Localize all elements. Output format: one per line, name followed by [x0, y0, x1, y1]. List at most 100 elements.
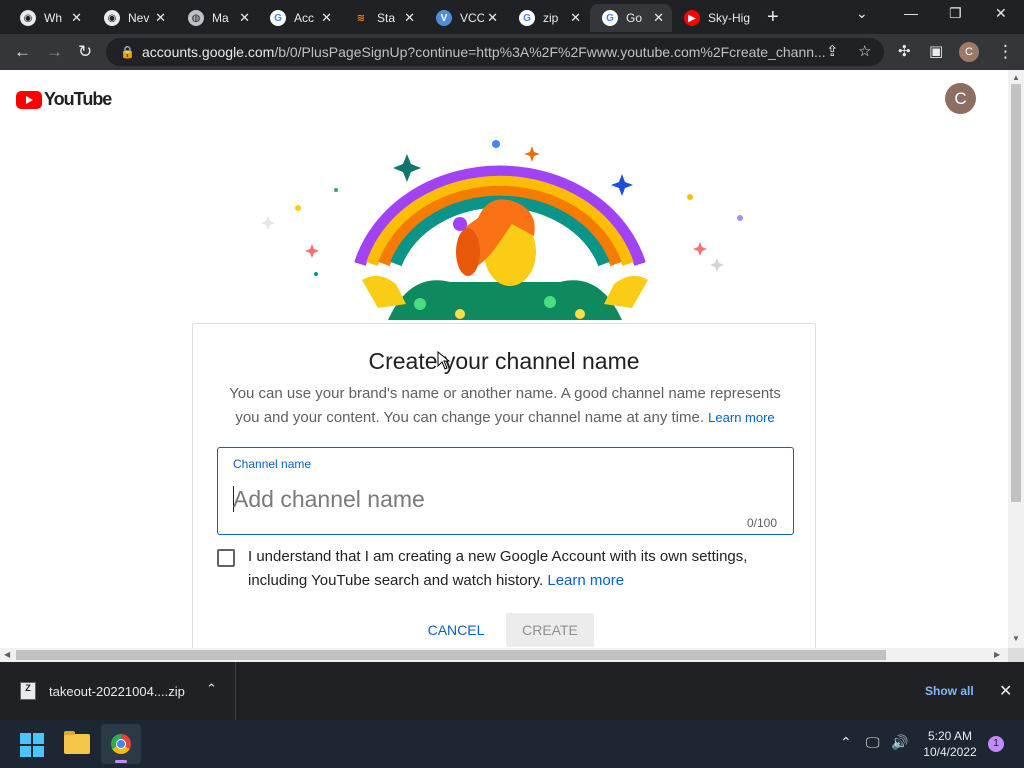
scroll-right-icon[interactable]: ▶ [994, 650, 1000, 659]
show-all-button[interactable]: Show all [925, 684, 974, 698]
minimize-button[interactable]: — [904, 5, 918, 21]
chrome-icon: ◉ [20, 10, 36, 26]
windows-taskbar: ⌃ 🖵 🔊 5:20 AM 10/4/2022 1 [0, 720, 1024, 768]
menu-icon[interactable]: ⋮ [997, 42, 1014, 62]
clock-date: 10/4/2022 [923, 745, 977, 759]
windows-start-icon[interactable] [20, 733, 44, 757]
restore-button[interactable]: ❐ [949, 5, 962, 22]
channel-name-input[interactable] [233, 483, 773, 515]
globe-icon: ◍ [188, 10, 204, 26]
channel-name-label: Channel name [233, 457, 312, 471]
browser-tabstrip: ◉ Wh ✕ ◉ Nev ✕ ◍ Ma ✕ G Acc ✕ ≋ Sta ✕ V VCC ✕ Gzip ✕ G Go ✕ ▶ Sk… [0, 0, 1024, 34]
tab-6[interactable]: V VCC ✕ [424, 4, 506, 32]
description-learn-more-link[interactable]: Learn more [708, 410, 774, 425]
close-tab-icon[interactable]: ✕ [239, 10, 250, 26]
google-icon: G [270, 10, 286, 26]
notification-badge[interactable]: 1 [988, 736, 1004, 752]
tab-title: Ma [212, 11, 229, 25]
checkbox-label-text: I understand that I am creating a new Go… [248, 548, 748, 589]
tray-overflow-chevron-icon[interactable]: ⌃ [840, 734, 852, 751]
active-indicator [115, 760, 127, 763]
tab-title: Nev [128, 11, 150, 25]
close-downloads-icon[interactable]: ✕ [999, 681, 1012, 701]
download-item[interactable]: Z takeout-20221004....zip ⌃ [0, 662, 236, 720]
checkbox-label: I understand that I am creating a new Go… [248, 545, 788, 593]
tab-title: Sky-Hig [708, 11, 751, 25]
close-tab-icon[interactable]: ✕ [404, 10, 415, 26]
tab-7[interactable]: Gzip ✕ [507, 4, 589, 32]
share-icon[interactable]: ⇪ [826, 42, 839, 60]
tab-4[interactable]: G Acc ✕ [258, 4, 340, 32]
youtube-play-icon [16, 90, 42, 109]
checkbox-learn-more-link[interactable]: Learn more [547, 572, 624, 589]
youtube-wordmark: YouTube [44, 89, 112, 109]
chevron-up-icon[interactable]: ⌃ [206, 681, 217, 697]
tab-title: Wh [44, 11, 62, 25]
side-panel-icon[interactable]: ▣ [929, 42, 943, 60]
file-explorer-icon[interactable] [64, 731, 90, 754]
youtube-logo[interactable]: YouTube [16, 89, 112, 110]
forward-icon[interactable]: → [46, 42, 63, 62]
vertical-scrollbar[interactable]: ▲ ▼ [1008, 70, 1024, 648]
account-avatar[interactable]: C [945, 83, 976, 114]
extensions-icon[interactable]: ✣ [898, 42, 911, 60]
bookmark-star-icon[interactable]: ☆ [858, 42, 871, 60]
character-counter: 0/100 [746, 516, 777, 530]
create-channel-card: Create your channel name You can use you… [192, 323, 816, 648]
close-window-button[interactable]: ✕ [995, 5, 1007, 22]
google-icon: G [519, 10, 535, 26]
tab-2[interactable]: ◉ Nev ✕ [92, 4, 174, 32]
volume-icon[interactable]: 🔊 [891, 734, 908, 751]
close-tab-icon[interactable]: ✕ [71, 10, 82, 26]
system-clock[interactable]: 5:20 AM 10/4/2022 [915, 728, 985, 760]
horizontal-scroll-thumb[interactable] [16, 650, 886, 660]
tab-1[interactable]: ◉ Wh ✕ [8, 4, 90, 32]
network-icon[interactable]: 🖵 [866, 734, 880, 751]
description-text: You can use your brand's name or another… [217, 382, 793, 430]
browser-profile-avatar[interactable]: C [959, 42, 979, 62]
scroll-down-icon[interactable]: ▼ [1012, 634, 1020, 643]
horizontal-scrollbar[interactable]: ◀ ▶ [0, 648, 1008, 662]
scrollbar-corner [1008, 648, 1024, 662]
page-viewport: YouTube C Create your channel name You c… [0, 70, 1008, 648]
vertical-scroll-thumb[interactable] [1011, 84, 1021, 502]
close-tab-icon[interactable]: ✕ [487, 10, 498, 26]
close-tab-icon[interactable]: ✕ [155, 10, 166, 26]
description-body: You can use your brand's name or another… [229, 385, 781, 426]
tab-title: Acc [294, 11, 315, 25]
understand-checkbox[interactable] [217, 549, 235, 567]
scroll-up-icon[interactable]: ▲ [1012, 73, 1020, 82]
back-icon[interactable]: ← [14, 42, 31, 62]
downloads-bar: Z takeout-20221004....zip ⌃ Show all ✕ [0, 662, 1024, 720]
mouse-cursor-icon [437, 351, 451, 370]
tab-title: zip [543, 11, 559, 25]
channel-name-field[interactable]: Channel name 0/100 [217, 447, 794, 535]
page-title: Create your channel name [368, 348, 640, 374]
chrome-taskbar-button[interactable] [101, 724, 141, 764]
rainbow-illustration [261, 140, 743, 320]
close-tab-icon[interactable]: ✕ [653, 10, 664, 26]
tab-title: VCC [460, 11, 484, 25]
close-tab-icon[interactable]: ✕ [570, 10, 581, 26]
tab-3[interactable]: ◍ Ma ✕ [176, 4, 258, 32]
tab-5[interactable]: ≋ Sta ✕ [341, 4, 423, 32]
youtube-header: YouTube C [0, 70, 1008, 128]
address-bar[interactable]: 🔒 accounts.google.com/b/0/PlusPageSignUp… [106, 38, 884, 66]
create-button[interactable]: CREATE [506, 613, 594, 647]
stackoverflow-icon: ≋ [356, 12, 366, 24]
close-tab-icon[interactable]: ✕ [321, 10, 332, 26]
download-file-name: takeout-20221004....zip [49, 684, 185, 699]
youtube-icon: ▶ [684, 10, 700, 26]
tab-title: Sta [377, 11, 396, 25]
tab-search-icon[interactable]: ⌄ [856, 5, 868, 22]
url-path: /b/0/PlusPageSignUp?continue=http%3A%2F%… [274, 44, 826, 60]
tab-9[interactable]: ▶ Sky-Hig [672, 4, 758, 32]
tab-title: Go [626, 11, 643, 25]
new-tab-button[interactable]: + [767, 6, 779, 29]
scroll-left-icon[interactable]: ◀ [4, 650, 10, 659]
tab-8[interactable]: G Go ✕ [590, 4, 672, 32]
lock-icon: 🔒 [120, 45, 135, 59]
chrome-icon: ◉ [104, 10, 120, 26]
reload-icon[interactable]: ↻ [78, 42, 92, 62]
cancel-button[interactable]: CANCEL [419, 614, 493, 646]
